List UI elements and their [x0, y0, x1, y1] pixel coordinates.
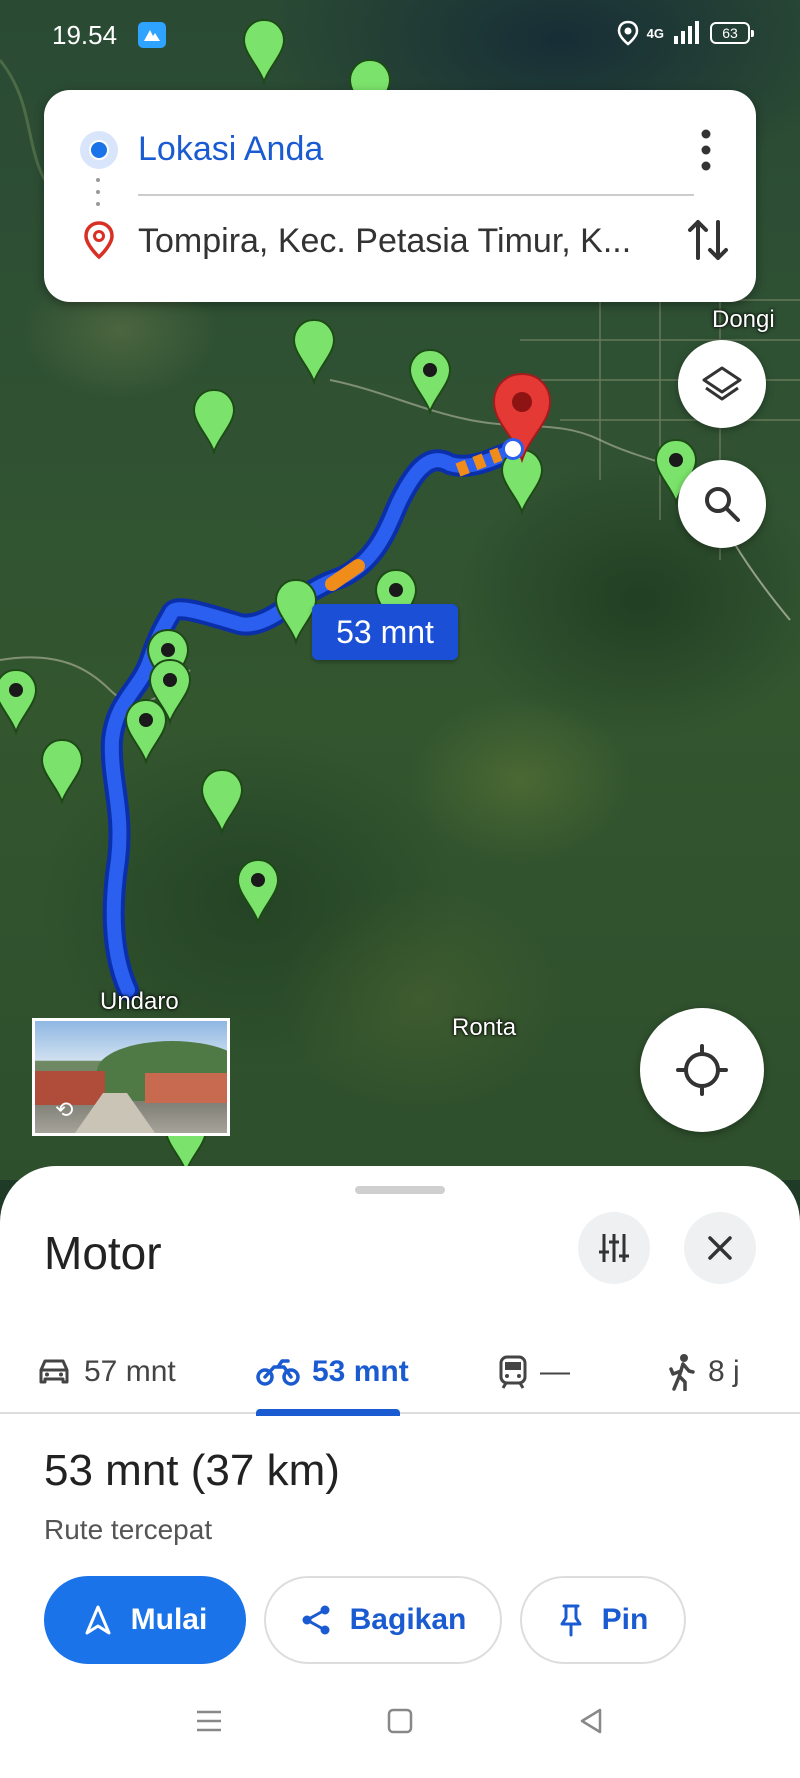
app-notification-icon [138, 22, 166, 48]
tab-car[interactable]: 57 mnt [36, 1330, 176, 1414]
start-navigation-button[interactable]: Mulai [44, 1576, 246, 1664]
tab-transit-label: — [540, 1355, 570, 1388]
start-button-label: Mulai [130, 1603, 208, 1636]
car-icon [39, 1359, 69, 1384]
map-label-dongi: Dongi [712, 306, 775, 333]
system-navigation-bar [0, 1692, 800, 1778]
origin-field[interactable]: Lokasi Anda [44, 110, 756, 190]
field-divider [138, 194, 694, 196]
tab-transit[interactable]: — [498, 1330, 570, 1414]
rotate-360-icon: ⟲ [55, 1097, 74, 1122]
map-search-button[interactable] [678, 460, 766, 548]
route-summary: 53 mnt (37 km) [44, 1446, 340, 1496]
crosshair-location-icon [676, 1044, 728, 1096]
origin-text: Lokasi Anda [138, 130, 324, 168]
destination-field[interactable]: Tompira, Kec. Petasia Timur, K... [44, 200, 756, 280]
directions-card: Lokasi Anda Tompira, Kec. Petasia Timur,… [44, 90, 756, 302]
search-icon [705, 487, 740, 522]
signal-icon [674, 21, 699, 44]
tab-motorcycle-label: 53 mnt [312, 1355, 409, 1388]
layers-button[interactable] [678, 340, 766, 428]
tab-car-label: 57 mnt [84, 1355, 176, 1388]
travel-mode-tabs: 57 mnt 53 mnt — 8 j [0, 1330, 800, 1416]
your-location-icon [80, 131, 118, 169]
status-bar: 19.54 4G 63 [0, 0, 800, 70]
street-view-thumbnail[interactable]: ⟲ [32, 1018, 230, 1136]
pin-button-label: Pin [601, 1603, 649, 1636]
route-summary-time: 53 mnt [44, 1446, 179, 1495]
route-subtitle: Rute tercepat [44, 1514, 213, 1545]
more-options-button[interactable] [686, 120, 726, 180]
destination-pin-icon [84, 221, 114, 260]
tune-icon [599, 1234, 629, 1262]
route-end-marker [502, 438, 524, 460]
close-directions-button[interactable] [684, 1212, 756, 1284]
battery-indicator: 63 [710, 22, 754, 44]
swap-vert-icon [688, 220, 728, 260]
map-label-ronta: Ronta [452, 1014, 517, 1041]
menu-nav-icon[interactable] [194, 1706, 224, 1736]
selected-tab-indicator [256, 1409, 400, 1416]
my-location-button[interactable] [640, 1008, 764, 1132]
tab-walk[interactable]: 8 j [668, 1330, 740, 1414]
layers-icon [702, 366, 742, 401]
destination-text: Tompira, Kec. Petasia Timur, K... [138, 222, 632, 260]
status-time: 19.54 [52, 20, 118, 50]
route-options-button[interactable] [578, 1212, 650, 1284]
share-button-label: Bagikan [349, 1603, 467, 1636]
share-icon [302, 1605, 330, 1635]
pin-icon [560, 1604, 582, 1637]
swap-origin-destination-button[interactable] [682, 212, 734, 268]
battery-level: 63 [722, 25, 738, 41]
motorcycle-icon [256, 1359, 300, 1386]
tab-motorcycle[interactable]: 53 mnt [256, 1330, 409, 1416]
network-type-label: 4G [646, 25, 664, 41]
back-nav-icon[interactable] [576, 1706, 606, 1736]
pin-button[interactable]: Pin [520, 1576, 686, 1664]
navigation-arrow-icon [85, 1605, 111, 1635]
travel-mode-title: Motor [44, 1227, 162, 1279]
location-status-icon [617, 20, 638, 46]
directions-bottom-sheet: Motor 57 mnt 53 mnt — 8 j 53 mnt (37 km)… [0, 1166, 800, 1778]
map-label-undaro: Undaro [100, 988, 179, 1015]
sheet-drag-handle[interactable] [355, 1186, 445, 1194]
route-duration-badge[interactable]: 53 mnt [312, 604, 458, 660]
more-vert-icon [701, 129, 711, 171]
route-summary-distance: (37 km) [190, 1446, 340, 1495]
home-nav-icon[interactable] [385, 1706, 415, 1736]
tab-walk-label: 8 j [708, 1355, 740, 1388]
walk-icon [669, 1354, 695, 1391]
close-icon [708, 1236, 732, 1260]
transit-icon [499, 1355, 527, 1389]
share-button[interactable]: Bagikan [264, 1576, 502, 1664]
